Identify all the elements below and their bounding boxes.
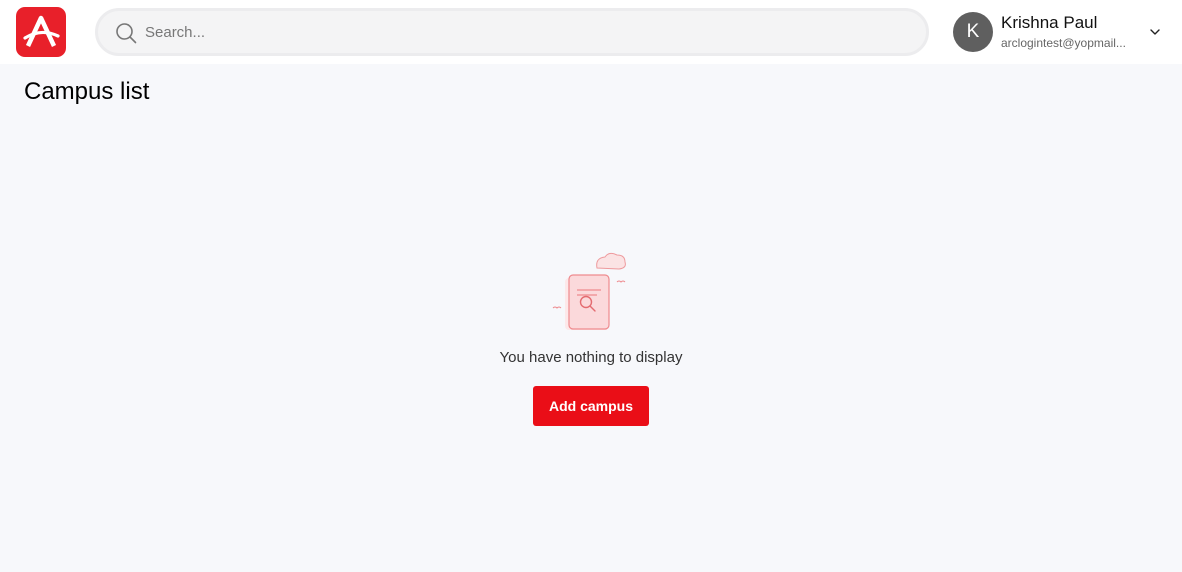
brand-logo-icon <box>23 15 60 47</box>
user-name: Krishna Paul <box>1001 13 1098 32</box>
chevron-down-icon[interactable] <box>1149 26 1161 38</box>
search-icon <box>116 23 137 44</box>
avatar: K <box>953 12 993 52</box>
user-email: arclogintest@yopmail... <box>1001 36 1126 50</box>
page-title: Campus list <box>24 78 150 105</box>
empty-state-message: You have nothing to display <box>499 349 683 366</box>
search-bar[interactable] <box>95 8 929 56</box>
user-menu[interactable]: K Krishna Paul arclogintest@yopmail... <box>953 12 1168 52</box>
top-bar: K Krishna Paul arclogintest@yopmail... <box>0 0 1182 64</box>
add-campus-button[interactable]: Add campus <box>533 386 649 426</box>
search-input[interactable] <box>145 11 905 53</box>
brand-logo[interactable] <box>16 7 66 57</box>
empty-document-search-illustration <box>552 252 626 330</box>
